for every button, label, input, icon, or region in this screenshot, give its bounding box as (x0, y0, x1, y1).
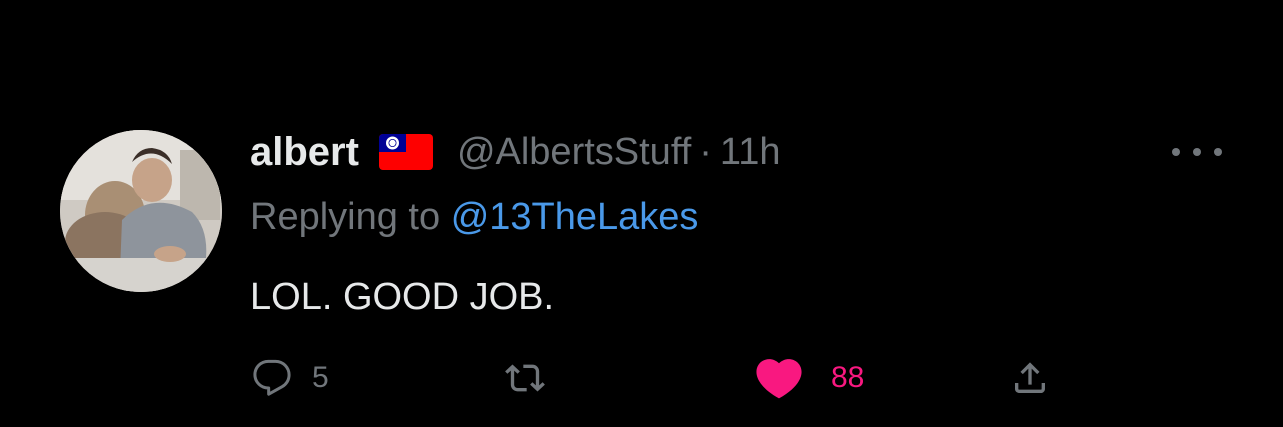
author-handle[interactable]: @AlbertsStuff (457, 131, 691, 174)
replying-to-label: Replying to (250, 196, 441, 238)
tweet-text: LOL. GOOD JOB. (250, 276, 555, 318)
share-button[interactable] (1010, 356, 1050, 400)
reply-button[interactable]: 5 (252, 356, 329, 400)
tweet-header: albert @AlbertsStuff · 11h (250, 128, 781, 176)
retweet-icon (505, 364, 545, 392)
tweet[interactable]: albert @AlbertsStuff · 11h Replying to @… (0, 0, 1283, 427)
reply-count: 5 (312, 361, 329, 394)
heart-icon (756, 359, 802, 399)
more-dots-icon[interactable] (1172, 134, 1222, 170)
share-icon (1015, 362, 1045, 393)
like-button[interactable]: 88 (755, 356, 864, 400)
separator-dot: · (699, 130, 712, 173)
avatar[interactable] (60, 130, 222, 292)
replying-to-handle-link[interactable]: @13TheLakes (451, 196, 699, 238)
taiwan-flag-icon (378, 134, 433, 170)
reply-bubble-icon (253, 359, 291, 396)
retweet-button[interactable] (503, 356, 567, 400)
replying-to-line: Replying to @13TheLakes (250, 196, 698, 239)
timestamp[interactable]: 11h (720, 131, 781, 174)
author-name[interactable]: albert (250, 130, 359, 175)
like-count: 88 (831, 361, 865, 394)
